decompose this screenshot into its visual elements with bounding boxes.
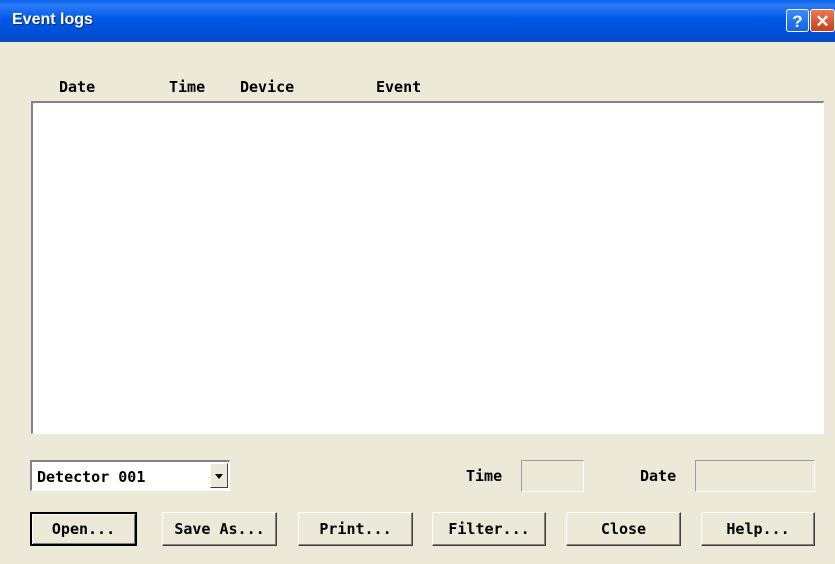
- filter-button[interactable]: Filter...: [432, 512, 546, 546]
- print-button[interactable]: Print...: [298, 512, 413, 546]
- date-field: [695, 460, 815, 492]
- help-button[interactable]: Help...: [701, 512, 815, 546]
- close-button[interactable]: Close: [566, 512, 681, 546]
- close-icon[interactable]: ✕: [810, 9, 835, 32]
- column-header-device[interactable]: Device: [240, 78, 294, 96]
- column-header-event[interactable]: Event: [376, 78, 421, 96]
- device-select[interactable]: Detector 001: [30, 460, 230, 491]
- column-header-time[interactable]: Time: [169, 78, 205, 96]
- time-field: [521, 460, 584, 492]
- time-label: Time: [466, 467, 503, 485]
- chevron-down-icon[interactable]: [210, 463, 228, 488]
- column-header-date[interactable]: Date: [59, 78, 95, 96]
- save-as-button[interactable]: Save As...: [162, 512, 277, 546]
- event-logs-window: Event logs ? ✕ Date Time Device Event De…: [0, 0, 835, 564]
- date-label: Date: [640, 467, 677, 485]
- window-title: Event logs: [12, 11, 93, 28]
- event-log-list[interactable]: [31, 101, 824, 434]
- title-bar[interactable]: Event logs ? ✕: [0, 0, 835, 42]
- open-button[interactable]: Open...: [30, 512, 137, 546]
- device-select-value: Detector 001: [37, 468, 146, 486]
- open-button-label: Open...: [51, 520, 116, 538]
- help-icon[interactable]: ?: [786, 9, 809, 32]
